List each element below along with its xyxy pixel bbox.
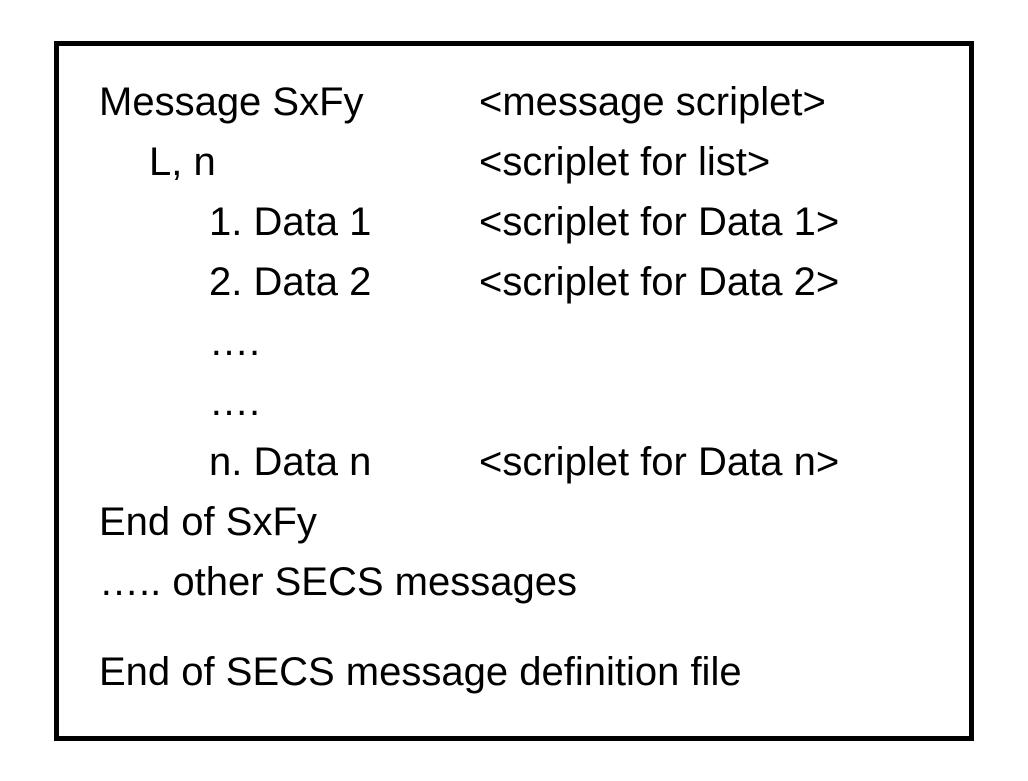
row-right: <scriplet for list>	[479, 136, 929, 188]
row-left: Message SxFy	[99, 76, 479, 128]
row-right	[479, 376, 929, 428]
line-end-file: End of SECS message definition file	[99, 646, 929, 698]
row-left: L, n	[99, 136, 479, 188]
line-other-messages: ….. other SECS messages	[99, 556, 929, 608]
row-data-2: 2. Data 2 <scriplet for Data 2>	[99, 256, 929, 308]
row-data-n: n. Data n <scriplet for Data n>	[99, 436, 929, 488]
row-left: n. Data n	[99, 436, 479, 488]
row-right: <message scriplet>	[479, 76, 929, 128]
row-right: <scriplet for Data 1>	[479, 196, 929, 248]
row-right	[479, 316, 929, 368]
row-left: 2. Data 2	[99, 256, 479, 308]
row-message: Message SxFy <message scriplet>	[99, 76, 929, 128]
row-data-1: 1. Data 1 <scriplet for Data 1>	[99, 196, 929, 248]
row-right: <scriplet for Data n>	[479, 436, 929, 488]
row-left: 1. Data 1	[99, 196, 479, 248]
row-left: ….	[99, 376, 479, 428]
row-ellipsis-2: ….	[99, 376, 929, 428]
row-left: ….	[99, 316, 479, 368]
blank-line	[99, 616, 929, 646]
row-right: <scriplet for Data 2>	[479, 256, 929, 308]
line-end-sxfy: End of SxFy	[99, 496, 929, 548]
message-definition-box: Message SxFy <message scriplet> L, n <sc…	[54, 41, 974, 741]
row-list: L, n <scriplet for list>	[99, 136, 929, 188]
row-ellipsis-1: ….	[99, 316, 929, 368]
